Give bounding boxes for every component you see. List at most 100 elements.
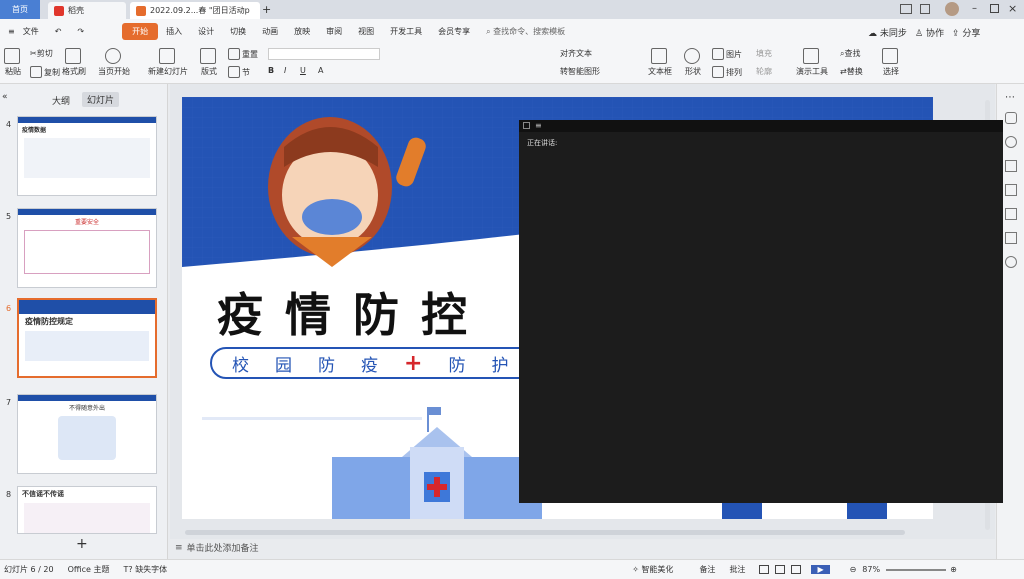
property-icon[interactable] xyxy=(1005,160,1017,172)
animation-icon[interactable] xyxy=(1005,136,1017,148)
section-label: 节 xyxy=(242,67,250,77)
tab-presentation[interactable]: 2022.09.2...春 "团日活动pp xyxy=(130,2,260,19)
bold-button[interactable]: B xyxy=(268,66,274,75)
tab-outline[interactable]: 大纲 xyxy=(52,94,70,107)
slide-thumbnail-6-active[interactable]: 疫情防控规定 xyxy=(17,298,157,378)
underline-button[interactable]: U xyxy=(300,66,306,75)
zoom-out-icon[interactable]: ⊖ xyxy=(850,565,857,574)
font-color-button[interactable]: A xyxy=(318,66,323,75)
tab-presentation-label: 2022.09.2...春 "团日活动pp xyxy=(150,6,250,15)
share-label: 分享 xyxy=(962,29,981,39)
arrange-button[interactable]: 排列 xyxy=(712,66,742,78)
zoom-slider[interactable] xyxy=(886,565,947,574)
layout-button[interactable]: 版式 xyxy=(200,48,218,77)
horizontal-scrollbar[interactable] xyxy=(185,530,905,535)
select-button[interactable]: 选择 xyxy=(882,48,900,77)
undo-icon[interactable]: ↶ xyxy=(47,27,70,36)
missing-font-button[interactable]: T? 缺失字体 xyxy=(124,564,168,575)
notes-toggle-label: 备注 xyxy=(699,565,716,574)
slide-number: 4 xyxy=(6,120,12,129)
present-tools-button[interactable]: 演示工具 xyxy=(796,48,828,77)
shape-panel-icon[interactable] xyxy=(1005,184,1017,196)
beautify-button[interactable]: ✧ 智能美化 xyxy=(632,564,673,575)
zoom-in-icon[interactable]: ⊕ xyxy=(950,565,957,574)
cut-button[interactable]: ✂ 剪切 xyxy=(30,48,53,59)
table-icon[interactable] xyxy=(1005,232,1017,244)
play-slideshow-button[interactable]: ▶ xyxy=(811,565,830,574)
find-button[interactable]: ⌕ 查找 xyxy=(840,48,860,59)
fill-button[interactable]: 填充 xyxy=(756,48,772,59)
align-text-label: 对齐文本 xyxy=(560,49,592,58)
sorter-view-icon[interactable] xyxy=(775,565,786,574)
window-mode-icon[interactable] xyxy=(900,4,912,14)
align-text-button[interactable]: 对齐文本 xyxy=(560,48,592,59)
textbox-button[interactable]: 文本框 xyxy=(648,48,672,77)
picture-button[interactable]: 图片 xyxy=(712,48,742,60)
layout-icon[interactable] xyxy=(920,4,930,14)
slide-thumbnail-7[interactable]: 不得随意外出 xyxy=(17,394,157,474)
video-titlebar: ≡ xyxy=(519,120,1003,132)
format-painter-button[interactable]: 格式刷 xyxy=(62,48,86,77)
collab-button[interactable]: ♙ 协作 xyxy=(915,26,944,39)
video-conference-window[interactable]: ≡ 正在讲话: xyxy=(519,120,1003,503)
subtitle-char: 校 xyxy=(232,355,249,376)
add-slide-button[interactable]: + xyxy=(76,536,88,552)
outline-button[interactable]: 轮廓 xyxy=(756,66,772,77)
window-icon[interactable] xyxy=(523,122,530,129)
tab-daoke[interactable]: 稻壳 xyxy=(48,2,126,19)
normal-view-icon[interactable] xyxy=(759,565,770,574)
tab-slides[interactable]: 幻灯片 xyxy=(82,92,120,107)
reading-view-icon[interactable] xyxy=(791,565,802,574)
search-box[interactable]: ⌕ 查找命令、搜索模板 xyxy=(478,26,573,37)
chart-icon[interactable] xyxy=(1005,208,1017,220)
menu-review[interactable]: 审阅 xyxy=(318,26,350,37)
sync-status[interactable]: ☁ 未同步 xyxy=(868,26,907,39)
notes-area[interactable]: ≡ 单击此处添加备注 xyxy=(175,541,259,555)
copy-button[interactable]: 复制 xyxy=(30,66,60,78)
menu-transition[interactable]: 切换 xyxy=(222,26,254,37)
thumb-title: 重要安全 xyxy=(74,219,99,226)
tab-home[interactable]: 首页 xyxy=(0,0,40,19)
shape-button[interactable]: 形状 xyxy=(684,48,702,77)
design-icon[interactable] xyxy=(1005,112,1017,124)
replace-button[interactable]: ⇄ 替换 xyxy=(840,66,863,77)
shape-label: 形状 xyxy=(685,67,701,76)
location-icon[interactable] xyxy=(1005,256,1017,268)
from-current-button[interactable]: 当页开始 xyxy=(98,48,130,77)
minimize-button[interactable]: – xyxy=(972,3,977,14)
collapse-panel-icon[interactable]: « xyxy=(2,92,8,102)
menu-file[interactable]: 文件 xyxy=(23,26,47,37)
slide-thumbnail-8[interactable]: 不信谣不传谣 xyxy=(17,486,157,534)
menu-animation[interactable]: 动画 xyxy=(254,26,286,37)
new-slide-button[interactable]: 新建幻灯片 xyxy=(148,48,188,77)
share-button[interactable]: ⇪ 分享 xyxy=(952,26,980,39)
menu-start[interactable]: 开始 xyxy=(122,23,159,40)
picture-label: 图片 xyxy=(726,49,742,59)
menu-member[interactable]: 会员专享 xyxy=(430,26,478,37)
font-select[interactable] xyxy=(268,48,380,60)
close-button[interactable]: × xyxy=(1008,2,1017,15)
reset-button[interactable]: 重置 xyxy=(228,48,258,60)
italic-button[interactable]: I xyxy=(284,66,286,75)
menu-developer[interactable]: 开发工具 xyxy=(382,26,430,37)
menu-dots-icon[interactable]: ⋯ xyxy=(1005,92,1015,103)
avatar[interactable] xyxy=(945,2,959,16)
menu-insert[interactable]: 插入 xyxy=(158,26,190,37)
comment-toggle[interactable]: 批注 xyxy=(729,564,745,575)
maximize-button[interactable] xyxy=(990,4,999,13)
slide-thumbnail-5[interactable]: 重要安全 xyxy=(17,208,157,288)
menu-design[interactable]: 设计 xyxy=(190,26,222,37)
menu-view[interactable]: 视图 xyxy=(350,26,382,37)
list-icon[interactable]: ≡ xyxy=(535,121,542,130)
ppt-icon xyxy=(136,5,146,16)
notes-toggle[interactable]: 备注 xyxy=(699,564,715,575)
slide-thumbnail-4[interactable]: 疫情数据 xyxy=(17,116,157,196)
to-smartart-button[interactable]: 转智能图形 xyxy=(560,66,600,77)
redo-icon[interactable]: ↷ xyxy=(69,27,92,36)
zoom-level[interactable]: 87% xyxy=(862,565,880,574)
paste-button[interactable]: 粘贴 xyxy=(4,48,22,77)
new-tab-button[interactable]: + xyxy=(262,3,271,16)
hamburger-icon[interactable]: ≡ xyxy=(0,27,23,36)
section-button[interactable]: 节 xyxy=(228,66,250,78)
menu-slideshow[interactable]: 放映 xyxy=(286,26,318,37)
